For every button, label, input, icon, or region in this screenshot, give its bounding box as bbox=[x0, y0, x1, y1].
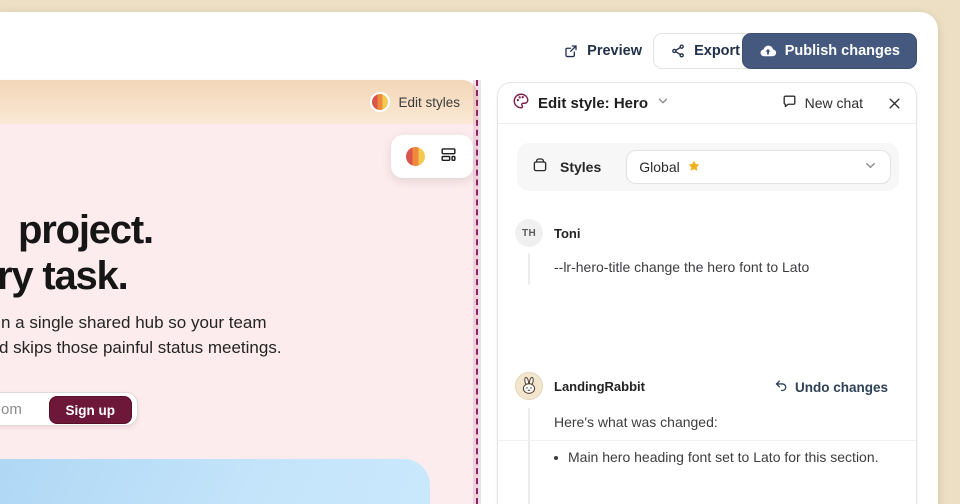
new-chat-label: New chat bbox=[805, 95, 863, 111]
signup-label: Sign up bbox=[66, 403, 116, 418]
close-icon[interactable] bbox=[887, 96, 902, 111]
chevron-down-icon bbox=[863, 158, 878, 176]
layout-icon[interactable] bbox=[439, 145, 458, 169]
chat-user-header: TH Toni bbox=[515, 219, 580, 247]
preview-label: Preview bbox=[587, 43, 642, 59]
publish-label: Publish changes bbox=[785, 43, 900, 59]
avatar: TH bbox=[515, 219, 543, 247]
hero-heading-line1: project. bbox=[18, 207, 153, 253]
style-scope-select[interactable]: Global bbox=[626, 150, 891, 184]
chat-assistant-intro: Here's what was changed: bbox=[554, 414, 718, 430]
thread-line bbox=[528, 408, 530, 504]
chat-assistant-header: LandingRabbit bbox=[515, 372, 645, 400]
selection-outline bbox=[476, 80, 478, 504]
undo-label: Undo changes bbox=[795, 380, 888, 395]
edit-styles-label[interactable]: Edit styles bbox=[398, 95, 460, 110]
style-scope-value: Global bbox=[639, 159, 679, 175]
styles-row: Styles Global bbox=[517, 143, 899, 191]
app-window: Preview Export Publish changes bbox=[0, 12, 938, 504]
hero-heading-line2: ry task. bbox=[0, 253, 153, 299]
chat-assistant-name: LandingRabbit bbox=[554, 379, 645, 394]
new-chat-button[interactable]: New chat bbox=[781, 93, 863, 113]
share-icon bbox=[670, 43, 686, 59]
chat-input-divider bbox=[498, 440, 916, 441]
chat-thread: TH Toni --lr-hero-title change the hero … bbox=[498, 205, 916, 504]
styles-box-icon bbox=[531, 156, 549, 179]
hero-media-card: hanges Reject bbox=[0, 459, 430, 504]
edit-style-panel: Edit style: Hero New chat bbox=[497, 82, 917, 504]
undo-changes-button[interactable]: Undo changes bbox=[774, 378, 888, 396]
email-placeholder-fragment: om bbox=[1, 401, 22, 418]
section-tools-card bbox=[391, 135, 473, 178]
thread-line bbox=[528, 253, 530, 285]
panel-title[interactable]: Edit style: Hero bbox=[538, 95, 648, 112]
chat-user-message: --lr-hero-title change the hero font to … bbox=[554, 259, 809, 275]
chat-user-name: Toni bbox=[554, 226, 580, 241]
site-preview: Edit styles project. ry task. bbox=[0, 80, 478, 504]
chat-bubble-icon bbox=[781, 93, 798, 113]
undo-icon bbox=[774, 378, 789, 396]
palette-icon bbox=[512, 92, 530, 115]
signup-button[interactable]: Sign up bbox=[49, 396, 133, 424]
screen: Preview Export Publish changes bbox=[0, 0, 960, 504]
hero-subtext: n a single shared hub so your team d ski… bbox=[0, 310, 282, 360]
hero-heading: project. ry task. bbox=[0, 207, 153, 299]
chat-assistant-bullet-item: Main hero heading font set to Lato for t… bbox=[554, 449, 879, 465]
rabbit-avatar bbox=[515, 372, 543, 400]
bullet-dot bbox=[554, 456, 558, 460]
chevron-down-icon[interactable] bbox=[656, 94, 670, 113]
hero-subtext-line1: n a single shared hub so your team bbox=[1, 310, 282, 335]
cloud-upload-icon bbox=[759, 42, 777, 60]
chat-assistant-bullet-text: Main hero heading font set to Lato for t… bbox=[568, 449, 879, 465]
theme-swatch-icon[interactable] bbox=[370, 92, 390, 112]
export-label: Export bbox=[694, 43, 740, 59]
theme-swatch-icon[interactable] bbox=[406, 147, 425, 166]
external-link-icon bbox=[563, 43, 579, 59]
hero-subtext-line2: d skips those painful status meetings. bbox=[0, 335, 282, 360]
star-icon bbox=[687, 159, 701, 176]
preview-button[interactable]: Preview bbox=[559, 33, 646, 69]
styles-label: Styles bbox=[560, 159, 601, 175]
preview-section-header: Edit styles bbox=[0, 80, 478, 124]
panel-header: Edit style: Hero New chat bbox=[498, 83, 916, 124]
publish-changes-button[interactable]: Publish changes bbox=[742, 33, 917, 69]
hero-section: project. ry task. n a single shared hub … bbox=[0, 124, 478, 504]
email-input[interactable]: om Sign up bbox=[0, 392, 138, 426]
